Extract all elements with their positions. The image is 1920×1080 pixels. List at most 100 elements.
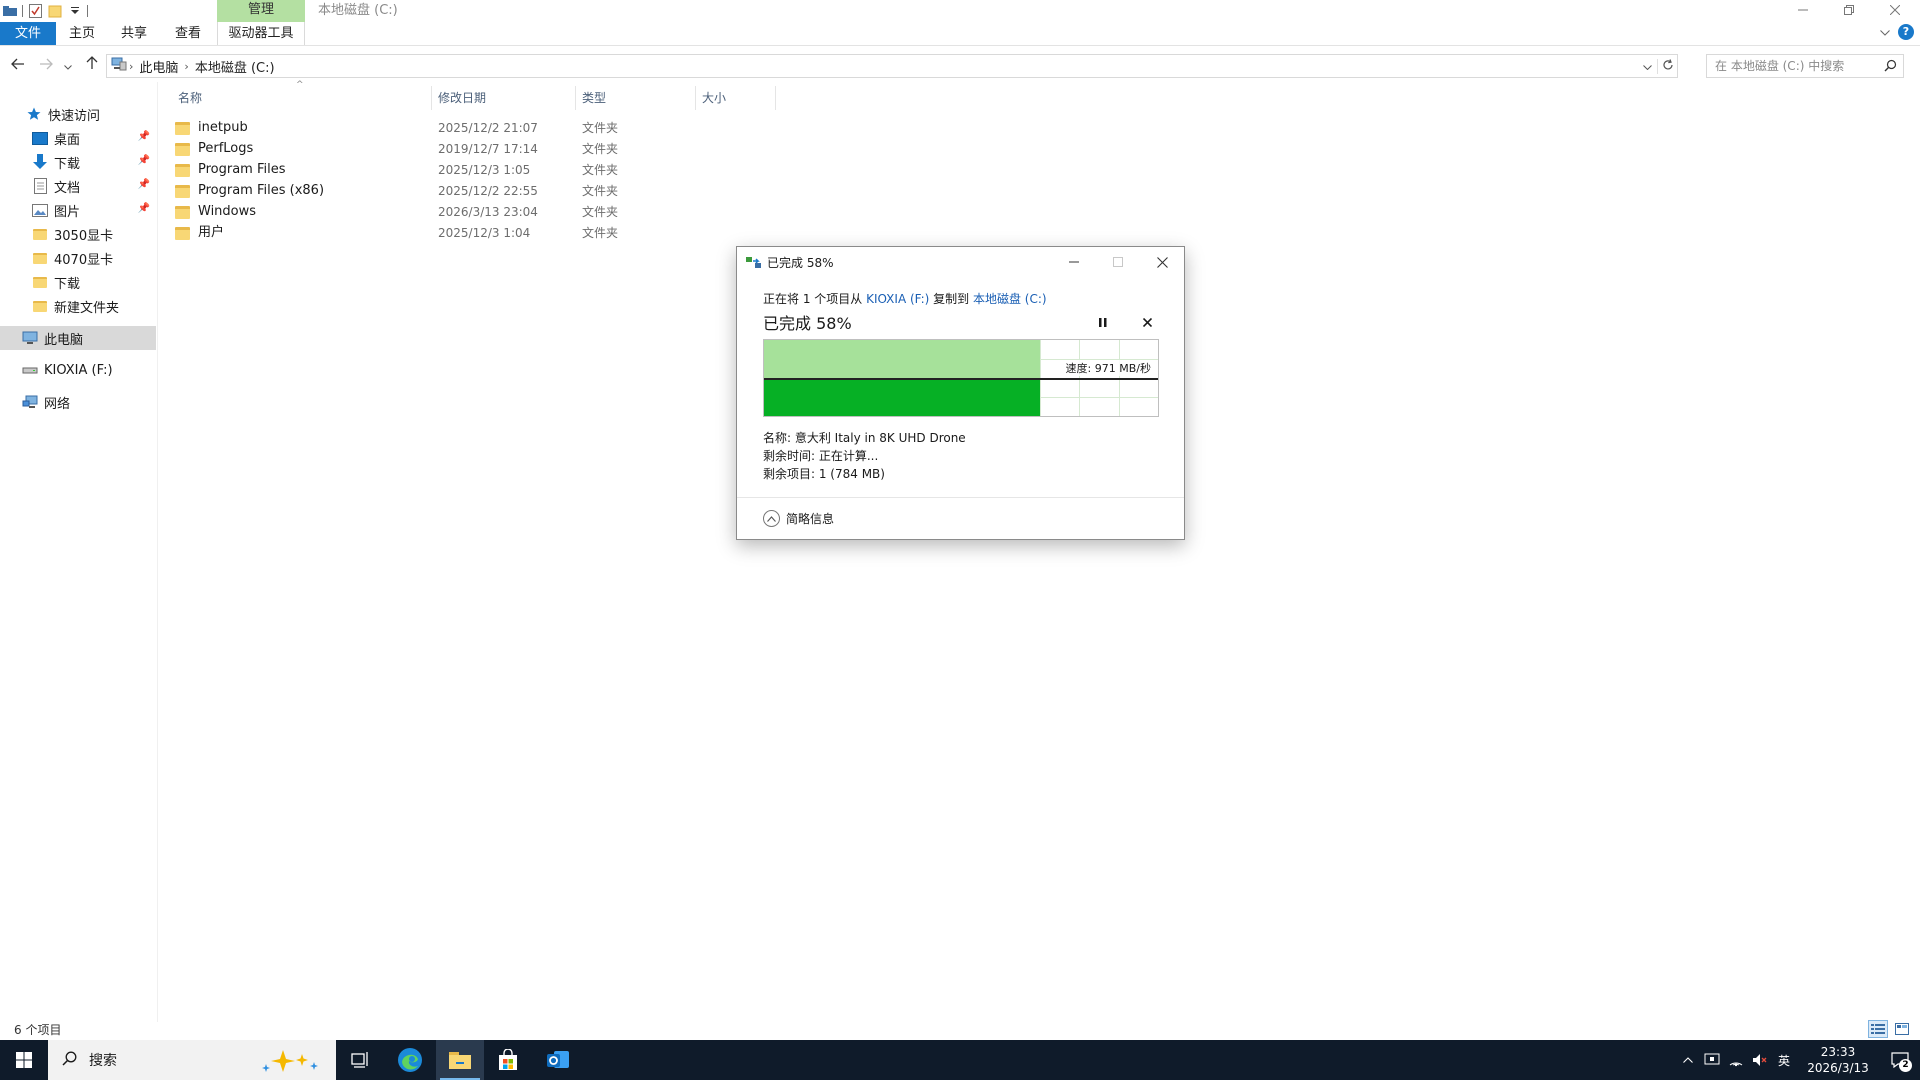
taskbar-search-box[interactable]: 搜索 <box>48 1040 336 1080</box>
nav-label: KIOXIA (F:) <box>44 362 113 378</box>
nav-pictures[interactable]: 图片 📌 <box>0 198 156 222</box>
nav-label: 桌面 <box>54 132 81 148</box>
file-name: Program Files (x86) <box>198 183 325 198</box>
start-button[interactable] <box>0 1040 48 1080</box>
nav-label: 新建文件夹 <box>54 300 120 316</box>
cancel-copy-button[interactable] <box>1139 314 1155 330</box>
file-row-inetpub[interactable]: inetpub 2025/12/2 21:07 文件夹 <box>172 118 632 138</box>
column-header-modified[interactable]: 修改日期 <box>432 86 576 110</box>
file-modified: 2025/12/2 22:55 <box>438 184 538 198</box>
dialog-minimize-button[interactable] <box>1052 247 1096 277</box>
breadcrumb-local-disk[interactable]: 本地磁盘 (C:) <box>191 57 279 76</box>
nav-downloads[interactable]: 下载 📌 <box>0 150 156 174</box>
large-icons-view-button[interactable] <box>1892 1020 1912 1038</box>
nav-network[interactable]: 网络 <box>0 390 156 414</box>
column-header-name[interactable]: 名称 <box>172 86 432 110</box>
context-tab-manage[interactable]: 管理 <box>217 0 305 22</box>
dialog-close-button[interactable] <box>1140 247 1184 277</box>
breadcrumb-this-pc[interactable]: 此电脑 <box>135 57 182 76</box>
help-icon[interactable]: ? <box>1898 24 1914 40</box>
refresh-icon[interactable] <box>1657 58 1677 74</box>
fewer-details-button[interactable]: 简略信息 <box>763 510 834 527</box>
file-name: Program Files <box>198 162 286 177</box>
back-button[interactable] <box>8 56 28 76</box>
search-box[interactable] <box>1706 54 1904 78</box>
fewer-details-label: 简略信息 <box>786 512 835 526</box>
up-button[interactable] <box>82 56 102 76</box>
nav-folder-new[interactable]: 新建文件夹 <box>0 294 156 318</box>
expand-ribbon-icon[interactable] <box>1880 25 1890 40</box>
dialog-title: 已完成 58% <box>767 256 834 270</box>
file-row-program-files-x86[interactable]: Program Files (x86) 2025/12/2 22:55 文件夹 <box>172 181 632 201</box>
column-header-size[interactable]: 大小 <box>696 86 776 110</box>
tab-drive-tools[interactable]: 驱动器工具 <box>217 22 305 45</box>
nav-label: 3050显卡 <box>54 228 114 244</box>
network-status-icon[interactable] <box>1724 1040 1748 1080</box>
restore-button[interactable] <box>1826 0 1872 22</box>
security-icon[interactable] <box>1700 1040 1724 1080</box>
nav-folder-downloads[interactable]: 下载 <box>0 270 156 294</box>
taskbar-outlook[interactable] <box>534 1040 582 1080</box>
nav-documents[interactable]: 文档 📌 <box>0 174 156 198</box>
folder-icon <box>32 250 48 266</box>
pin-icon[interactable]: 📌 <box>138 131 150 142</box>
nav-this-pc[interactable]: 此电脑 <box>0 326 156 350</box>
file-row-users[interactable]: 用户 2025/12/3 1:04 文件夹 <box>172 223 632 243</box>
pin-icon[interactable]: 📌 <box>138 179 150 190</box>
file-name: PerfLogs <box>198 141 254 156</box>
file-row-program-files[interactable]: Program Files 2025/12/3 1:05 文件夹 <box>172 160 632 180</box>
show-hidden-icons-icon[interactable] <box>1676 1040 1700 1080</box>
taskbar-edge[interactable] <box>386 1040 434 1080</box>
tab-home[interactable]: 主页 <box>60 22 104 45</box>
clock-time: 23:33 <box>1820 1045 1856 1059</box>
pin-icon[interactable]: 📌 <box>138 203 150 214</box>
minimize-button[interactable] <box>1780 0 1826 22</box>
nav-folder-4070[interactable]: 4070显卡 <box>0 246 156 270</box>
details-view-button[interactable] <box>1868 1020 1888 1038</box>
taskbar-file-explorer[interactable] <box>436 1040 484 1080</box>
address-bar[interactable]: › 此电脑 › 本地磁盘 (C:) <box>106 54 1678 78</box>
search-input[interactable] <box>1715 59 1885 73</box>
column-header-type[interactable]: 类型 <box>576 86 696 110</box>
file-row-windows[interactable]: Windows 2026/3/13 23:04 文件夹 <box>172 202 632 222</box>
transfer-speed-graph: 速度: 971 MB/秒 <box>763 339 1159 417</box>
clock[interactable]: 23:33 2026/3/13 <box>1796 1044 1880 1076</box>
source-link[interactable]: KIOXIA (F:) <box>866 292 929 306</box>
explorer-app-icon[interactable] <box>2 3 18 19</box>
search-icon[interactable] <box>1884 59 1897 76</box>
toolbar-separator <box>22 5 23 17</box>
outlook-icon <box>547 1051 569 1068</box>
close-button[interactable] <box>1872 0 1918 22</box>
taskbar-store[interactable] <box>484 1040 532 1080</box>
properties-icon[interactable] <box>27 3 43 19</box>
notification-center-button[interactable]: 2 <box>1880 1040 1920 1080</box>
destination-link[interactable]: 本地磁盘 (C:) <box>973 292 1047 306</box>
nav-desktop[interactable]: 桌面 📌 <box>0 126 156 150</box>
nav-kioxia-drive[interactable]: KIOXIA (F:) <box>0 358 156 382</box>
nav-quick-access[interactable]: 快速访问 <box>0 102 156 126</box>
address-history-button[interactable] <box>1637 59 1657 73</box>
folder-icon <box>172 184 192 198</box>
forward-button[interactable] <box>36 56 56 76</box>
task-view-button[interactable] <box>336 1040 384 1080</box>
recent-locations-button[interactable] <box>62 56 74 76</box>
input-method-indicator[interactable]: 英 <box>1772 1040 1796 1080</box>
download-icon <box>32 154 48 170</box>
tab-share[interactable]: 共享 <box>112 22 156 45</box>
customize-toolbar-icon[interactable] <box>67 3 83 19</box>
new-folder-icon[interactable] <box>47 3 63 19</box>
file-type: 文件夹 <box>582 142 619 156</box>
nav-label: 快速访问 <box>48 108 101 124</box>
file-modified: 2019/12/7 17:14 <box>438 142 538 156</box>
nav-folder-3050[interactable]: 3050显卡 <box>0 222 156 246</box>
tab-view[interactable]: 查看 <box>166 22 210 45</box>
volume-muted-icon[interactable] <box>1748 1040 1772 1080</box>
tab-file[interactable]: 文件 <box>0 22 56 45</box>
folder-icon <box>32 298 48 314</box>
drive-icon <box>22 362 38 378</box>
dialog-title-bar[interactable]: 已完成 58% <box>737 247 1184 277</box>
file-row-perflogs[interactable]: PerfLogs 2019/12/7 17:14 文件夹 <box>172 139 632 159</box>
task-view-icon <box>351 1052 368 1068</box>
pin-icon[interactable]: 📌 <box>138 155 150 166</box>
pause-button[interactable] <box>1095 314 1111 330</box>
